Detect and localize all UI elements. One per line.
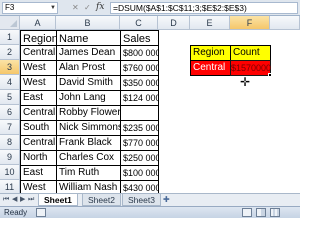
select-all-button[interactable] — [0, 16, 20, 30]
cancel-icon[interactable]: ✕ — [72, 2, 79, 14]
normal-view-icon[interactable] — [242, 208, 252, 217]
table-cell-sales[interactable]: $350 000 — [120, 75, 159, 91]
selected-cell-result[interactable]: $1570000 — [230, 60, 271, 76]
column-header-blank — [270, 16, 300, 30]
table-cell-region[interactable]: West — [20, 75, 57, 91]
table-cell-sales[interactable]: $235 000 — [120, 120, 159, 136]
table-cell-sales[interactable]: $770 000 — [120, 135, 159, 151]
formula-input[interactable]: =DSUM($A$1:$C$11;3;$E$2:$E$3) — [110, 2, 298, 14]
table-cell-region[interactable]: East — [20, 165, 57, 181]
row-header-10[interactable]: 10 — [0, 165, 20, 180]
sheet-tab-bar: ⏮ ◀ ▶ ⏭ Sheet1 Sheet2 Sheet3 ✚ — [0, 193, 300, 206]
table-cell-name[interactable]: Alan Prost — [56, 60, 121, 76]
table-cell-region[interactable]: Central — [20, 105, 57, 121]
row-header-7[interactable]: 7 — [0, 120, 20, 135]
table-header-sales[interactable]: Sales — [120, 30, 159, 46]
name-box-value: F3 — [5, 3, 15, 12]
table-cell-name[interactable]: Tim Ruth — [56, 165, 121, 181]
row-header-2[interactable]: 2 — [0, 45, 20, 60]
row-header-8[interactable]: 8 — [0, 135, 20, 150]
tab-sheet2[interactable]: Sheet2 — [82, 194, 121, 206]
status-bar: Ready — [0, 206, 300, 218]
table-cell-name[interactable]: James Dean — [56, 45, 121, 61]
table-cell-sales[interactable]: $250 000 — [120, 150, 159, 166]
criteria-value-region[interactable]: Central — [190, 60, 231, 76]
formula-bar: F3 ▼ ✕ ✓ fx =DSUM($A$1:$C$11;3;$E$2:$E$3… — [0, 0, 300, 16]
row-header-4[interactable]: 4 — [0, 75, 20, 90]
row-header-9[interactable]: 9 — [0, 150, 20, 165]
column-header-c[interactable]: C — [120, 16, 158, 30]
cell-cursor-icon: ✛ — [240, 75, 251, 89]
column-header-e[interactable]: E — [190, 16, 230, 30]
macro-record-icon[interactable] — [36, 208, 46, 217]
table-cell-name[interactable]: Frank Black — [56, 135, 121, 151]
table-cell-region[interactable]: West — [20, 60, 57, 76]
last-sheet-icon[interactable]: ⏭ — [28, 195, 34, 205]
fill-handle[interactable] — [268, 73, 272, 77]
criteria-header-region[interactable]: Region — [190, 45, 231, 61]
table-cell-name[interactable]: Charles Cox — [56, 150, 121, 166]
table-header-name[interactable]: Name — [56, 30, 121, 46]
tab-sheet1[interactable]: Sheet1 — [38, 194, 78, 206]
insert-function-icon[interactable]: fx — [96, 1, 104, 14]
row-header-3[interactable]: 3 — [0, 60, 20, 75]
page-layout-view-icon[interactable] — [256, 208, 266, 217]
row-header-1[interactable]: 1 — [0, 30, 20, 45]
chevron-down-icon[interactable]: ▼ — [50, 3, 56, 13]
table-cell-name[interactable]: Nick Simmons — [56, 120, 121, 136]
table-cell-region[interactable]: Central — [20, 45, 57, 61]
tab-sheet3[interactable]: Sheet3 — [122, 194, 161, 206]
table-cell-name[interactable]: David Smith — [56, 75, 121, 91]
table-cell-name[interactable]: Robby Flowers — [56, 105, 121, 121]
row-header-5[interactable]: 5 — [0, 90, 20, 105]
column-header-a[interactable]: A — [20, 16, 56, 30]
enter-icon[interactable]: ✓ — [84, 2, 91, 14]
column-header-b[interactable]: B — [56, 16, 120, 30]
next-sheet-icon[interactable]: ▶ — [20, 195, 25, 205]
column-header-d[interactable]: D — [158, 16, 190, 30]
table-cell-sales[interactable] — [120, 105, 159, 121]
row-header-6[interactable]: 6 — [0, 105, 20, 120]
table-cell-sales[interactable]: $124 000 — [120, 90, 159, 106]
column-header-f[interactable]: F — [230, 16, 270, 30]
insert-sheet-icon[interactable]: ✚ — [163, 195, 170, 205]
status-ready: Ready — [4, 208, 28, 217]
criteria-header-count[interactable]: Count — [230, 45, 271, 61]
table-cell-region[interactable]: East — [20, 90, 57, 106]
table-header-region[interactable]: Region — [20, 30, 57, 46]
table-cell-name[interactable]: John Lang — [56, 90, 121, 106]
table-cell-region[interactable]: North — [20, 150, 57, 166]
first-sheet-icon[interactable]: ⏮ — [3, 195, 9, 205]
name-box[interactable]: F3 ▼ — [2, 2, 58, 14]
page-break-view-icon[interactable] — [270, 208, 280, 217]
table-cell-region[interactable]: Central — [20, 135, 57, 151]
table-cell-region[interactable]: South — [20, 120, 57, 136]
table-cell-sales[interactable]: $760 000 — [120, 60, 159, 76]
prev-sheet-icon[interactable]: ◀ — [12, 195, 17, 205]
table-cell-sales[interactable]: $100 000 — [120, 165, 159, 181]
table-cell-sales[interactable]: $800 000 — [120, 45, 159, 61]
